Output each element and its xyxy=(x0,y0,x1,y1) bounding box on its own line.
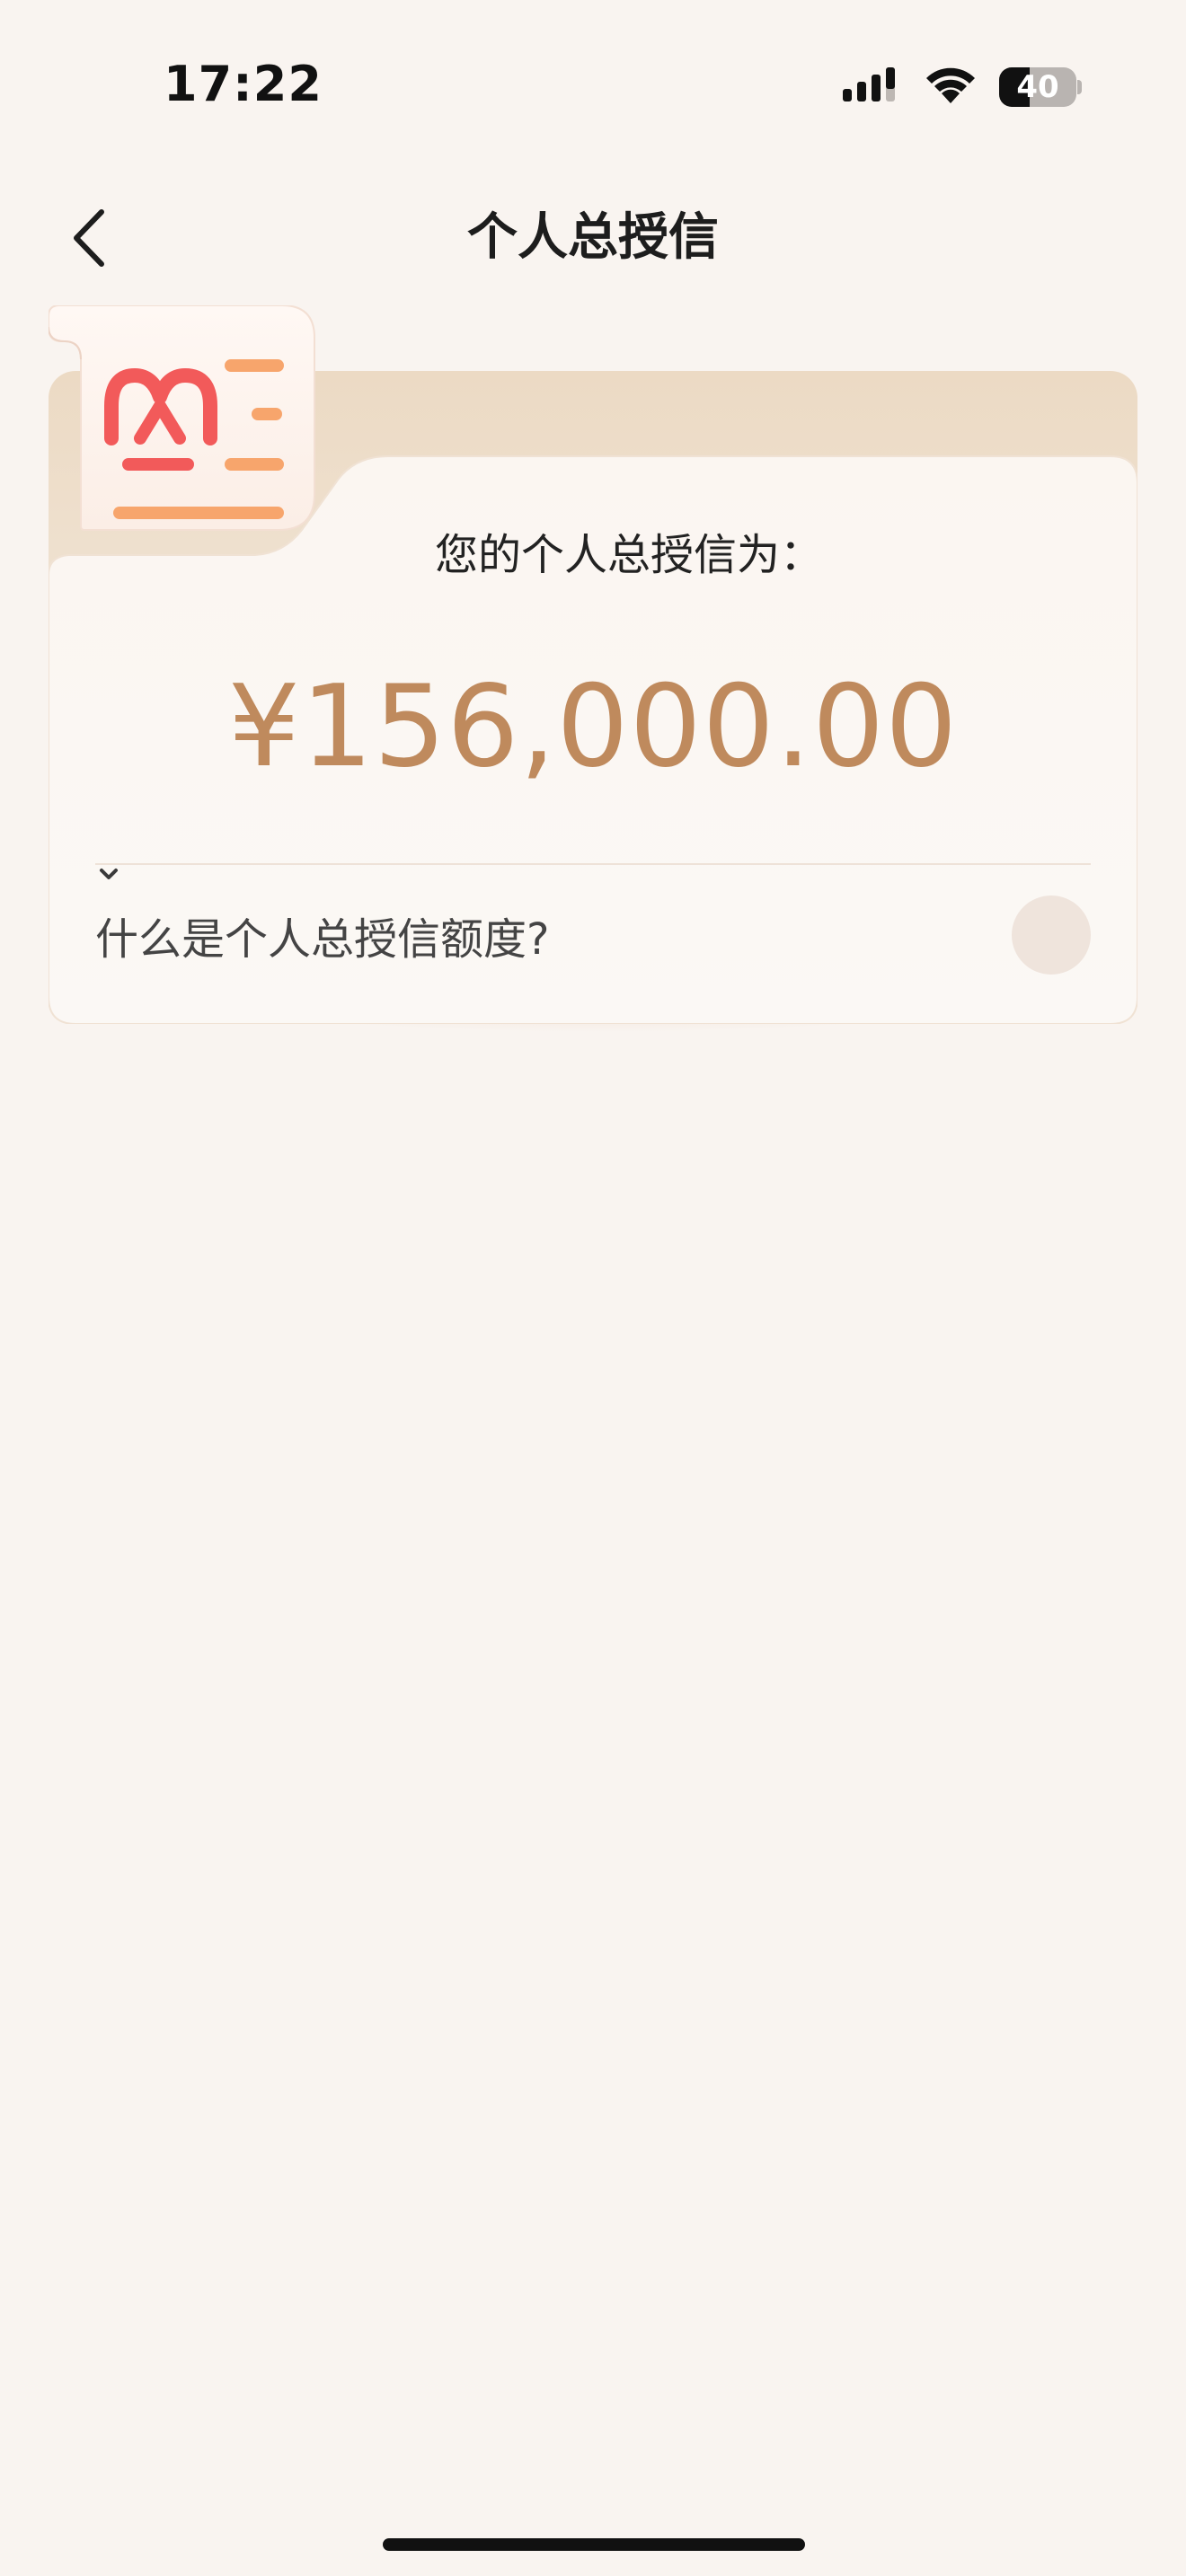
battery-icon: 40 xyxy=(999,67,1082,107)
status-icons: 40 xyxy=(843,65,1082,110)
battery-level: 40 xyxy=(1016,69,1059,105)
chevron-down-icon xyxy=(100,869,118,879)
cellular-signal-icon xyxy=(843,66,902,109)
back-button[interactable] xyxy=(50,198,131,278)
home-indicator[interactable] xyxy=(383,2538,805,2551)
wifi-icon xyxy=(924,66,978,109)
nav-bar: 个人总授信 xyxy=(0,180,1186,296)
status-bar: 17:22 40 xyxy=(0,0,1186,171)
page-title: 个人总授信 xyxy=(467,208,719,267)
faq-expand-button[interactable] xyxy=(100,869,1091,975)
faq-label: 什么是个人总授信额度? xyxy=(95,914,550,965)
card-front-panel: 您的个人总授信为： ¥156,000.00 什么是个人总授信额度? xyxy=(49,305,1137,1024)
credit-card: 您的个人总授信为： ¥156,000.00 什么是个人总授信额度? xyxy=(49,305,1137,1033)
chevron-left-icon xyxy=(74,209,104,267)
credit-amount: ¥156,000.00 xyxy=(227,660,959,792)
card-subtitle: 您的个人总授信为： xyxy=(434,530,823,580)
faq-toggle-row[interactable]: 什么是个人总授信额度? xyxy=(95,865,1091,1005)
status-time: 17:22 xyxy=(164,56,323,112)
